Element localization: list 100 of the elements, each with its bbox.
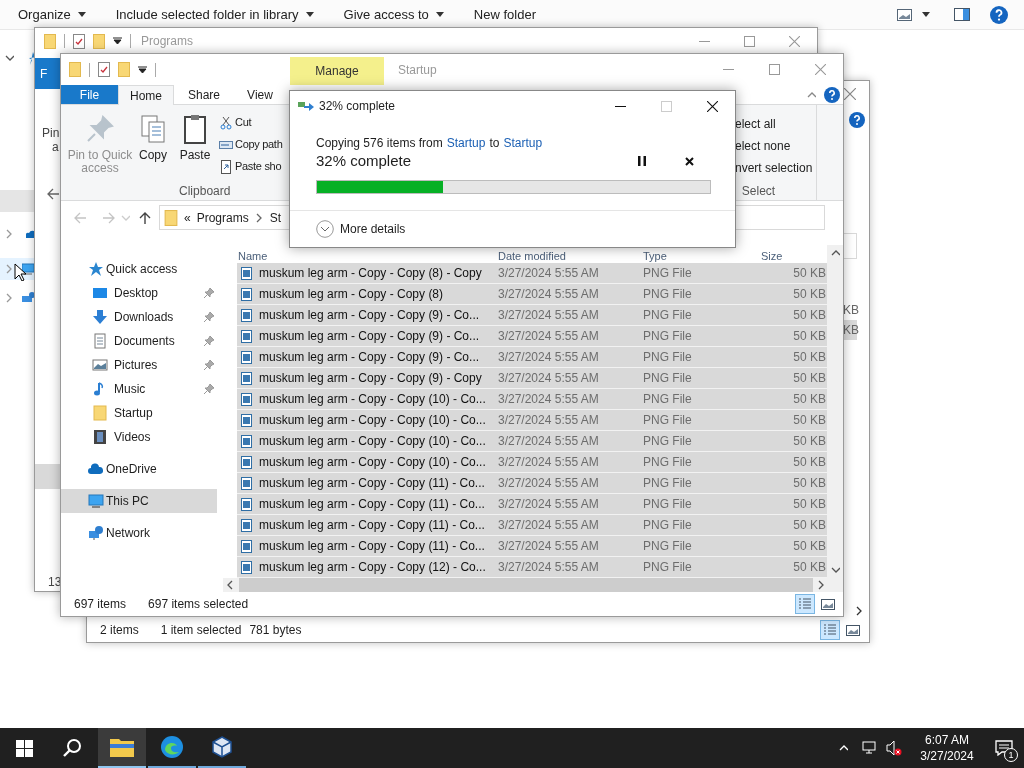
ribbon-button[interactable]: Copy path [219, 135, 283, 154]
nav-item[interactable]: OneDrive [61, 457, 217, 481]
help-icon[interactable] [990, 5, 1008, 24]
dropdown-icon[interactable] [113, 37, 122, 45]
nav-item[interactable]: Network [61, 521, 217, 545]
more-details-button[interactable]: More details [316, 220, 406, 238]
file-tab[interactable]: File [61, 85, 118, 104]
ribbon-tab[interactable]: Home [118, 85, 174, 105]
toolbar-button[interactable]: Include selected folder in library [113, 4, 316, 25]
nav-item[interactable]: Videos [61, 425, 217, 449]
view-options-icon[interactable] [897, 8, 912, 21]
nav-item[interactable]: Startup [61, 401, 217, 425]
toolbar-button[interactable]: New folder [471, 4, 538, 25]
ribbon-button[interactable]: nvert selection [735, 158, 816, 177]
destination-link[interactable]: Startup [503, 134, 543, 152]
column-header[interactable]: Type [636, 250, 756, 263]
tray-overflow-icon[interactable] [839, 743, 848, 753]
chevron-right-icon[interactable] [5, 229, 14, 239]
file-row[interactable]: muskum leg arm - Copy - Copy (10) - Co... 3/27/2024 5:55 AM PNG File 50 KB [237, 452, 827, 473]
toolbar-button[interactable]: Organize [16, 4, 88, 25]
file-row[interactable]: muskum leg arm - Copy - Copy (8) - Copy 3/27/2024 5:55 AM PNG File 50 KB [237, 263, 827, 284]
overflow-chevrons[interactable]: « [184, 208, 191, 227]
nav-item[interactable]: Desktop [61, 281, 217, 305]
breadcrumb[interactable]: St [269, 208, 282, 227]
help-icon[interactable] [849, 112, 865, 128]
breadcrumb-separator-icon[interactable] [254, 212, 264, 223]
column-header[interactable]: Name [237, 250, 491, 263]
file-row[interactable]: muskum leg arm - Copy - Copy (9) - Copy 3/27/2024 5:55 AM PNG File 50 KB [237, 368, 827, 389]
column-header[interactable]: Size [756, 250, 827, 263]
date-modified: 3/27/2024 5:55 AM [497, 538, 600, 555]
folder-icon [118, 62, 130, 77]
file-row[interactable]: muskum leg arm - Copy - Copy (11) - Co... 3/27/2024 5:55 AM PNG File 50 KB [237, 515, 827, 536]
file-row[interactable]: muskum leg arm - Copy - Copy (10) - Co... 3/27/2024 5:55 AM PNG File 50 KB [237, 410, 827, 431]
scroll-down-icon[interactable] [830, 565, 840, 575]
taskbar-app[interactable] [98, 728, 146, 768]
scroll-right-icon[interactable] [817, 580, 826, 590]
date-modified: 3/27/2024 5:55 AM [497, 475, 600, 492]
toolbar-button[interactable]: Give access to [341, 4, 446, 25]
file-row[interactable]: muskum leg arm - Copy - Copy (11) - Co... 3/27/2024 5:55 AM PNG File 50 KB [237, 473, 827, 494]
file-name: muskum leg arm - Copy - Copy (9) - Co... [259, 328, 481, 345]
file-row[interactable]: muskum leg arm - Copy - Copy (10) - Co... 3/27/2024 5:55 AM PNG File 50 KB [237, 389, 827, 410]
file-tab[interactable]: F [35, 58, 61, 89]
nav-item[interactable]: This PC [61, 489, 217, 513]
up-arrow-icon[interactable] [138, 210, 152, 225]
ribbon-tab[interactable]: View [234, 85, 286, 104]
date-modified: 3/27/2024 5:55 AM [497, 559, 600, 576]
image-file-icon [241, 434, 252, 448]
help-icon[interactable] [824, 86, 840, 103]
caret-icon [305, 12, 314, 17]
vertical-scrollbar[interactable] [827, 245, 843, 578]
file-row[interactable]: muskum leg arm - Copy - Copy (8) 3/27/2024 5:55 AM PNG File 50 KB [237, 284, 827, 305]
muted-speaker-icon[interactable] [886, 740, 902, 756]
file-name: muskum leg arm - Copy - Copy (12) - Co... [259, 559, 487, 576]
ribbon-button[interactable]: elect none [735, 136, 816, 155]
selection-info: 697 items selected [148, 596, 249, 613]
context-tab[interactable]: Manage [290, 57, 384, 85]
file-name: muskum leg arm - Copy - Copy (10) - Co... [259, 454, 487, 471]
file-row[interactable]: muskum leg arm - Copy - Copy (11) - Co... 3/27/2024 5:55 AM PNG File 50 KB [237, 494, 827, 515]
nav-item[interactable]: Pictures [61, 353, 217, 377]
ribbon-button[interactable]: Cut [219, 113, 283, 132]
network-icon[interactable] [862, 740, 878, 756]
clock-time[interactable]: 6:07 AM [925, 732, 969, 748]
nav-item[interactable]: Music [61, 377, 217, 401]
file-row[interactable]: muskum leg arm - Copy - Copy (9) - Co... 3/27/2024 5:55 AM PNG File 50 KB [237, 326, 827, 347]
scroll-right-icon[interactable] [855, 606, 864, 616]
ribbon-button[interactable]: Paste [173, 113, 217, 182]
source-link[interactable]: Startup [446, 134, 486, 152]
file-row[interactable]: muskum leg arm - Copy - Copy (12) - Co... 3/27/2024 5:55 AM PNG File 50 KB [237, 557, 827, 578]
file-row[interactable]: muskum leg arm - Copy - Copy (11) - Co... 3/27/2024 5:55 AM PNG File 50 KB [237, 536, 827, 557]
ribbon-tab[interactable]: Share [174, 85, 234, 104]
scroll-left-icon[interactable] [226, 580, 235, 590]
preview-pane-icon[interactable] [954, 8, 970, 21]
image-file-icon [241, 518, 252, 532]
file-row[interactable]: muskum leg arm - Copy - Copy (9) - Co... 3/27/2024 5:55 AM PNG File 50 KB [237, 305, 827, 326]
nav-item[interactable]: Quick access [61, 257, 217, 281]
ribbon-button[interactable]: Paste sho [219, 157, 283, 176]
notifications-button[interactable]: 1 [984, 728, 1024, 768]
file-row[interactable]: muskum leg arm - Copy - Copy (10) - Co... 3/27/2024 5:55 AM PNG File 50 KB [237, 431, 827, 452]
details-list-icon [798, 598, 812, 610]
chevron-right-icon[interactable] [5, 293, 14, 303]
close-icon[interactable] [706, 100, 718, 112]
back-arrow-icon[interactable] [46, 187, 60, 201]
chevron-down-icon[interactable] [5, 53, 14, 63]
breadcrumb[interactable]: Programs [196, 208, 249, 227]
clock-date[interactable]: 3/27/2024 [920, 748, 974, 764]
nav-item[interactable]: Downloads [61, 305, 217, 329]
speech-bubble-icon [995, 740, 1013, 756]
image-file-icon [241, 371, 252, 385]
maximize-icon [768, 64, 780, 75]
group-label: Select [740, 183, 777, 200]
column-header[interactable]: Date modified [491, 250, 636, 263]
ribbon-button[interactable]: elect all [735, 114, 816, 133]
monitor-icon [92, 285, 108, 301]
nav-item[interactable]: Documents [61, 329, 217, 353]
ribbon-button[interactable]: Copy [133, 113, 173, 182]
search-icon [62, 738, 82, 758]
file-row[interactable]: muskum leg arm - Copy - Copy (9) - Co... 3/27/2024 5:55 AM PNG File 50 KB [237, 347, 827, 368]
dropdown-icon[interactable] [138, 65, 147, 74]
scroll-up-icon[interactable] [830, 248, 840, 258]
expand-icon [316, 220, 334, 238]
